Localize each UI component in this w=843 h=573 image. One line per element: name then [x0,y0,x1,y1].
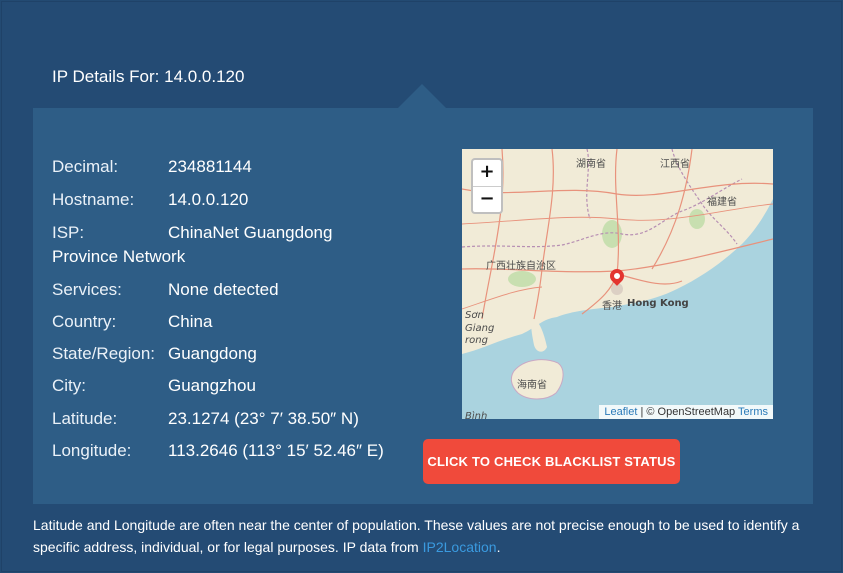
page-title: IP Details For: 14.0.0.120 [52,67,245,86]
detail-label: Longitude: [52,441,132,460]
map-label: 江西省 [660,159,690,170]
map-label: 广西壮族自治区 [486,261,556,272]
detail-label: ISP: [52,223,85,242]
disclaimer-end: . [496,539,501,555]
map-label: rong [465,335,488,346]
detail-label: Hostname: [52,190,135,209]
map-label: 湖南省 [576,159,606,170]
location-map[interactable]: 湖南省 江西省 福建省 广西壮族自治区 香港 Hong Kong 海南省 Sơn… [462,149,773,419]
detail-value: 113.2646 (113° 15′ 52.46″ E) [168,441,384,460]
detail-value-continued: Province Network [52,247,186,266]
terms-link[interactable]: Terms [738,406,768,418]
detail-label: Latitude: [52,409,118,428]
detail-value: Guangdong [168,344,257,363]
detail-value: 14.0.0.120 [168,190,249,209]
map-label: Bình [465,411,488,419]
map-label: 海南省 [517,380,547,391]
disclaimer-note: Latitude and Longitude are often near th… [33,514,803,558]
detail-label: Services: [52,280,122,299]
zoom-out-button[interactable]: − [473,187,501,213]
detail-label: Decimal: [52,157,119,176]
disclaimer-text: Latitude and Longitude are often near th… [33,517,800,555]
check-blacklist-button[interactable]: CLICK TO CHECK BLACKLIST STATUS [423,439,680,484]
map-zoom-control: + − [471,158,503,214]
map-label: 福建省 [707,197,737,208]
detail-value: Guangzhou [168,376,256,395]
zoom-in-button[interactable]: + [473,160,501,187]
attribution-text: | © OpenStreetMap [637,406,739,418]
detail-label: Country: [52,312,117,331]
map-label: Hong Kong [627,298,689,309]
map-label: Giang [465,323,495,334]
ip2location-link[interactable]: IP2Location [423,539,497,555]
leaflet-link[interactable]: Leaflet [604,406,637,418]
detail-value: 234881144 [168,157,252,176]
detail-label: State/Region: [52,344,156,363]
detail-label: City: [52,376,86,395]
detail-value: China [168,312,213,331]
detail-value: None detected [168,280,279,299]
detail-value: ChinaNet Guangdong [168,223,333,242]
panel-pointer [398,84,446,108]
map-label: 香港 [602,301,622,312]
map-attribution: Leaflet | © OpenStreetMap Terms [599,405,773,419]
map-label: Sơn [465,310,484,321]
detail-value: 23.1274 (23° 7′ 38.50″ N) [168,409,359,428]
